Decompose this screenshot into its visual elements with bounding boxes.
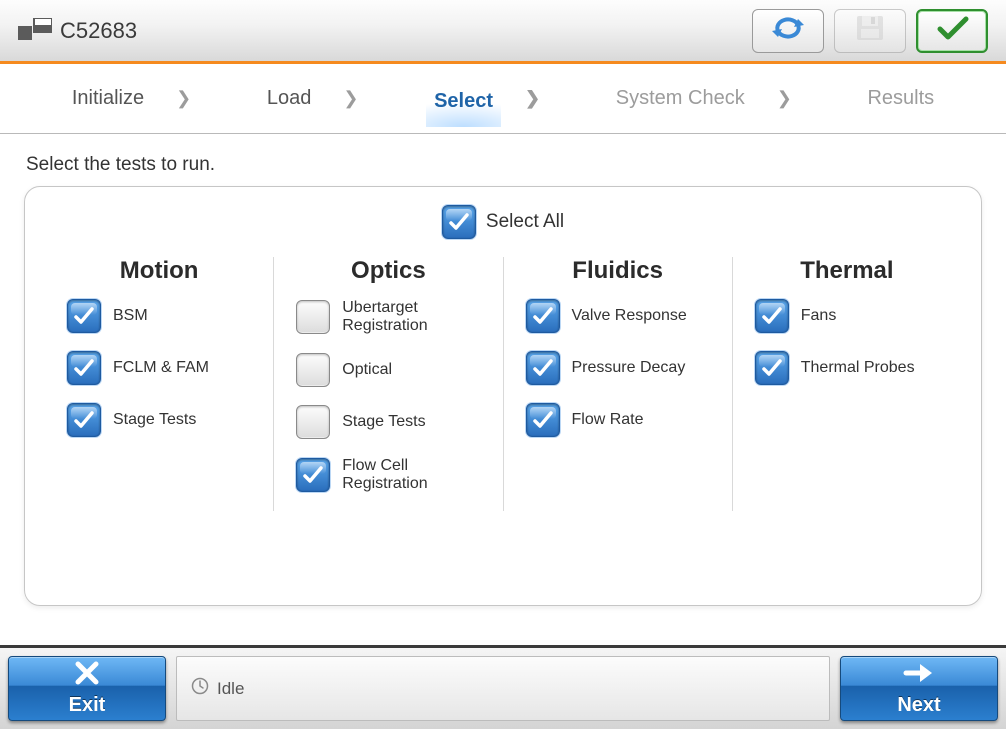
wizard-step-load[interactable]: Load ❯ [259,81,359,116]
column-title: Thermal [755,257,939,285]
next-button[interactable]: Next [840,656,998,721]
test-checkbox[interactable] [67,403,101,437]
wizard-label: Initialize [64,81,152,116]
select-all-row: Select All [45,205,961,239]
refresh-button[interactable] [752,9,824,53]
test-label: Valve Response [572,307,687,325]
refresh-icon [768,13,808,48]
confirm-button[interactable] [916,9,988,53]
test-checkbox[interactable] [296,300,330,334]
test-checkbox[interactable] [526,351,560,385]
test-label: FCLM & FAM [113,359,209,377]
exit-button[interactable]: Exit [8,656,166,721]
column-title: Fluidics [526,257,710,285]
test-checkbox[interactable] [755,351,789,385]
column-motion: Motion BSM FCLM & FAM Stage Tests [45,257,273,511]
test-item: Ubertarget Registration [296,299,480,335]
exit-label: Exit [69,694,106,717]
test-checkbox[interactable] [526,403,560,437]
test-item: Flow Rate [526,403,710,437]
select-all-checkbox[interactable] [442,205,476,239]
test-label: Stage Tests [113,411,196,429]
page-prompt: Select the tests to run. [26,154,982,176]
test-label: BSM [113,307,148,325]
main-area: Select the tests to run. Select All Moti… [0,134,1006,645]
test-checkbox[interactable] [296,458,330,492]
select-all-label: Select All [486,211,564,233]
chevron-right-icon: ❯ [525,88,540,109]
arrow-right-icon [902,660,936,692]
save-button[interactable] [834,9,906,53]
test-label: Thermal Probes [801,359,915,377]
tests-columns: Motion BSM FCLM & FAM Stage Tests Optics [45,257,961,511]
column-thermal: Thermal Fans Thermal Probes [732,257,961,511]
column-title: Optics [296,257,480,285]
test-checkbox[interactable] [296,353,330,387]
test-item: FCLM & FAM [67,351,251,385]
chevron-right-icon: ❯ [176,88,191,109]
test-item: Stage Tests [67,403,251,437]
test-checkbox[interactable] [296,405,330,439]
wizard-label: System Check [608,81,753,116]
column-title: Motion [67,257,251,285]
footer-bar: Exit Idle Next [0,645,1006,729]
wizard-step-results[interactable]: Results [859,81,942,116]
test-checkbox[interactable] [67,299,101,333]
test-item: Optical [296,353,480,387]
wizard-step-system-check[interactable]: System Check ❯ [608,81,792,116]
test-item: Fans [755,299,939,333]
test-item: Pressure Decay [526,351,710,385]
wizard-step-select[interactable]: Select ❯ [426,84,540,113]
wizard-label: Results [859,81,942,116]
tests-panel: Select All Motion BSM FCLM & FAM Stage T… [24,186,982,606]
clock-icon [191,677,209,700]
test-label: Stage Tests [342,413,425,431]
test-checkbox[interactable] [755,299,789,333]
wizard-step-initialize[interactable]: Initialize ❯ [64,81,191,116]
test-label: Ubertarget Registration [342,299,480,335]
test-checkbox[interactable] [67,351,101,385]
save-icon [853,14,887,47]
wizard-label: Load [259,81,320,116]
device-id: C52683 [60,18,137,44]
test-item: Thermal Probes [755,351,939,385]
test-label: Pressure Decay [572,359,686,377]
chevron-right-icon: ❯ [777,88,792,109]
device-icon [18,18,52,44]
test-item: BSM [67,299,251,333]
test-item: Flow Cell Registration [296,457,480,493]
status-bar: Idle [176,656,830,721]
test-item: Valve Response [526,299,710,333]
wizard-label: Select [426,84,501,127]
status-label: Idle [217,679,244,699]
check-icon [932,13,972,48]
close-icon [72,660,102,692]
app-header: C52683 [0,0,1006,64]
chevron-right-icon: ❯ [343,88,358,109]
test-label: Fans [801,307,837,325]
test-label: Flow Rate [572,411,644,429]
test-checkbox[interactable] [526,299,560,333]
wizard-nav: Initialize ❯ Load ❯ Select ❯ System Chec… [0,64,1006,134]
test-label: Flow Cell Registration [342,457,480,493]
test-label: Optical [342,361,392,379]
column-fluidics: Fluidics Valve Response Pressure Decay F… [503,257,732,511]
column-optics: Optics Ubertarget Registration Optical S… [273,257,502,511]
next-label: Next [897,694,940,717]
test-item: Stage Tests [296,405,480,439]
